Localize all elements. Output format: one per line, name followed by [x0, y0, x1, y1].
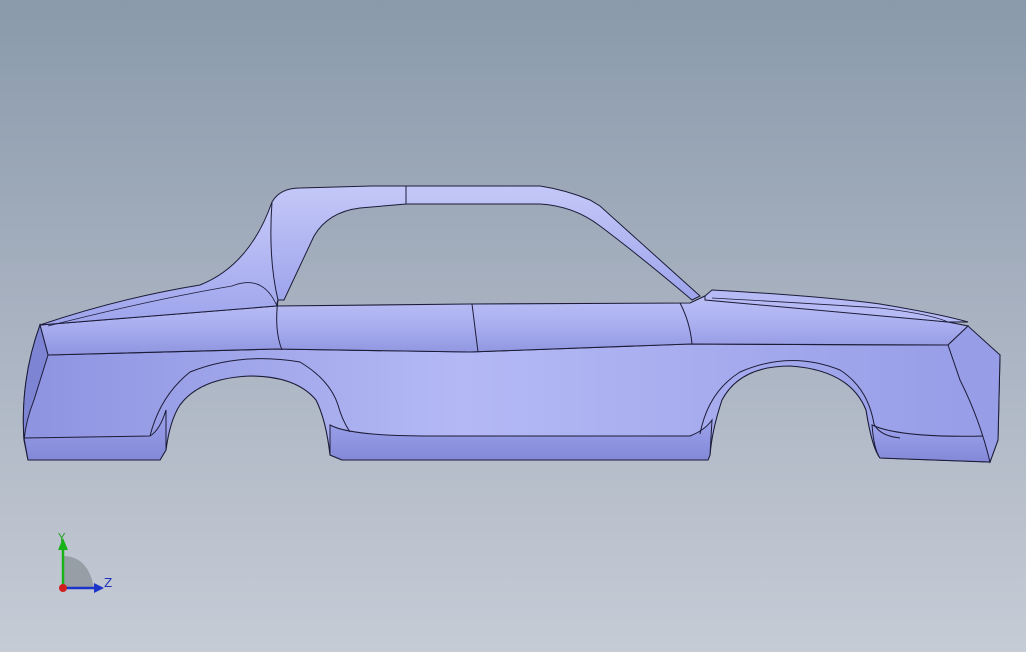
- orientation-triad: Y Z: [57, 531, 112, 593]
- roof-panel: [405, 185, 701, 301]
- triad-z-label: Z: [104, 576, 112, 590]
- z-axis-arrowhead: [94, 583, 104, 593]
- hood-panel: [39, 201, 279, 326]
- car-body-model[interactable]: [0, 0, 1026, 652]
- triad-y-label: Y: [57, 531, 66, 545]
- triad-shade-icon: [63, 556, 94, 588]
- graphics-viewport[interactable]: Y Z: [0, 0, 1026, 652]
- x-axis-point: [59, 584, 67, 592]
- a-pillar: [270, 185, 407, 301]
